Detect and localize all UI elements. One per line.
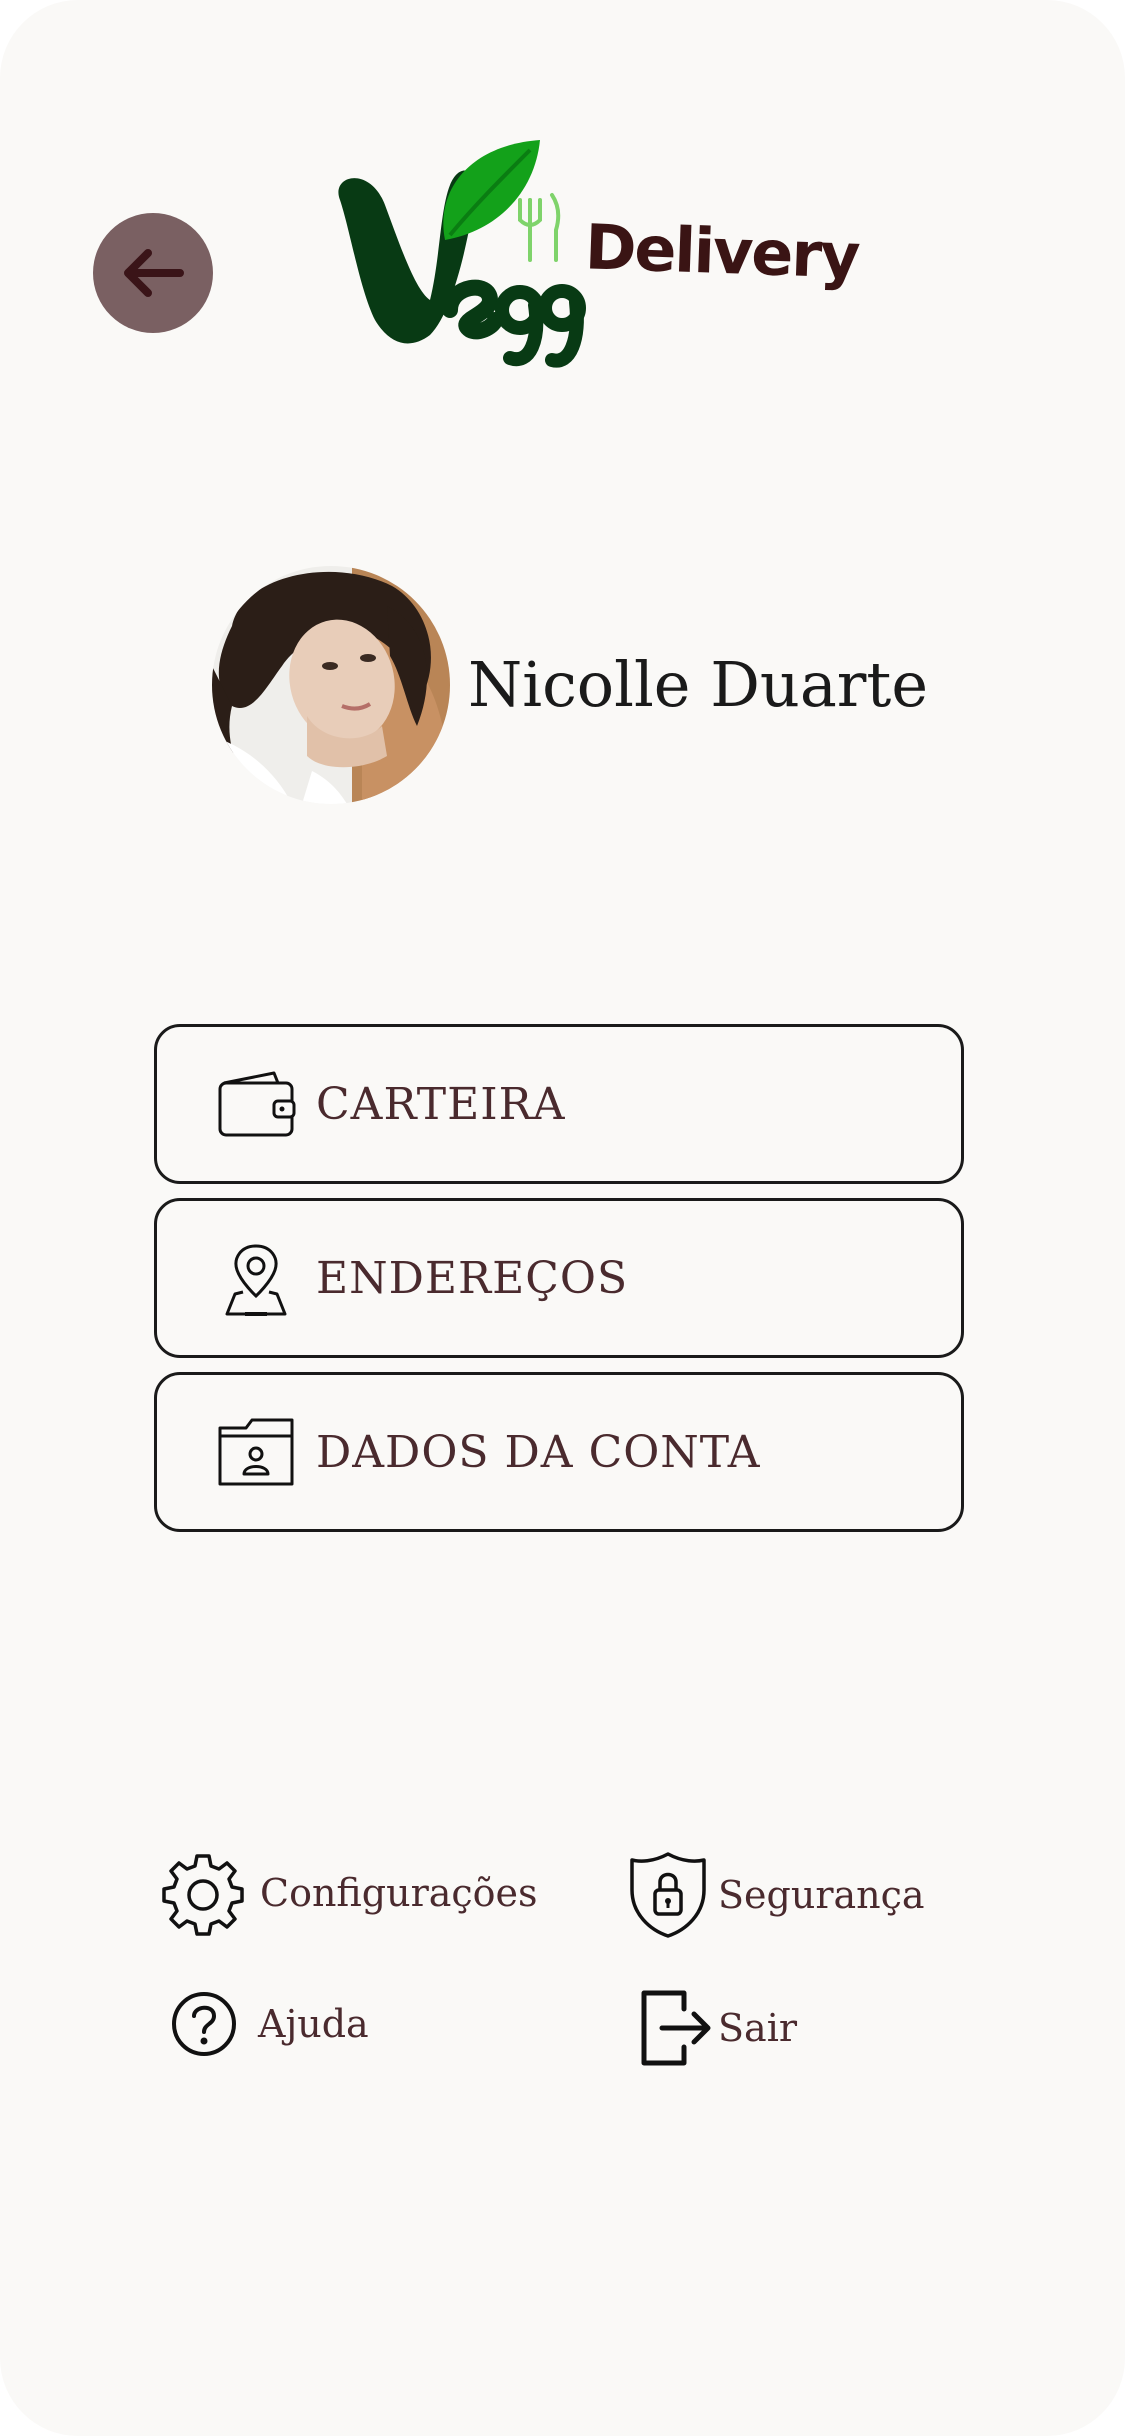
wallet-label: CARTEIRA <box>316 1078 566 1130</box>
addresses-button[interactable]: ENDEREÇOS <box>154 1198 964 1358</box>
account-data-button[interactable]: DADOS DA CONTA <box>154 1372 964 1532</box>
logo-delivery-text: Delivery <box>583 210 860 293</box>
wallet-button[interactable]: CARTEIRA <box>154 1024 964 1184</box>
back-button[interactable] <box>93 213 213 333</box>
shield-lock-icon <box>628 1850 708 1940</box>
map-pin-icon <box>216 1238 296 1318</box>
user-name: Nicolle Duarte <box>468 648 929 721</box>
help-label: Ajuda <box>258 2002 369 2046</box>
addresses-label: ENDEREÇOS <box>316 1252 629 1304</box>
security-link[interactable]: Segurança <box>628 1850 925 1940</box>
security-label: Segurança <box>718 1873 925 1917</box>
gear-icon <box>160 1850 246 1936</box>
help-link[interactable]: Ajuda <box>170 1990 369 2058</box>
settings-link[interactable]: Configurações <box>160 1850 538 1936</box>
help-circle-icon <box>170 1990 238 2058</box>
avatar <box>212 566 450 804</box>
account-data-label: DADOS DA CONTA <box>316 1426 761 1478</box>
vegg-delivery-logo: Delivery <box>330 130 860 370</box>
settings-label: Configurações <box>260 1871 538 1915</box>
account-folder-icon <box>216 1412 296 1492</box>
logout-link[interactable]: Sair <box>640 1985 797 2071</box>
wallet-icon <box>216 1064 296 1144</box>
logout-icon <box>640 1985 716 2071</box>
profile-screen: Delivery Nicolle Duarte CARTEIRA ENDEREÇ… <box>0 0 1125 2436</box>
arrow-left-icon <box>118 248 188 298</box>
logout-label: Sair <box>718 2006 798 2050</box>
